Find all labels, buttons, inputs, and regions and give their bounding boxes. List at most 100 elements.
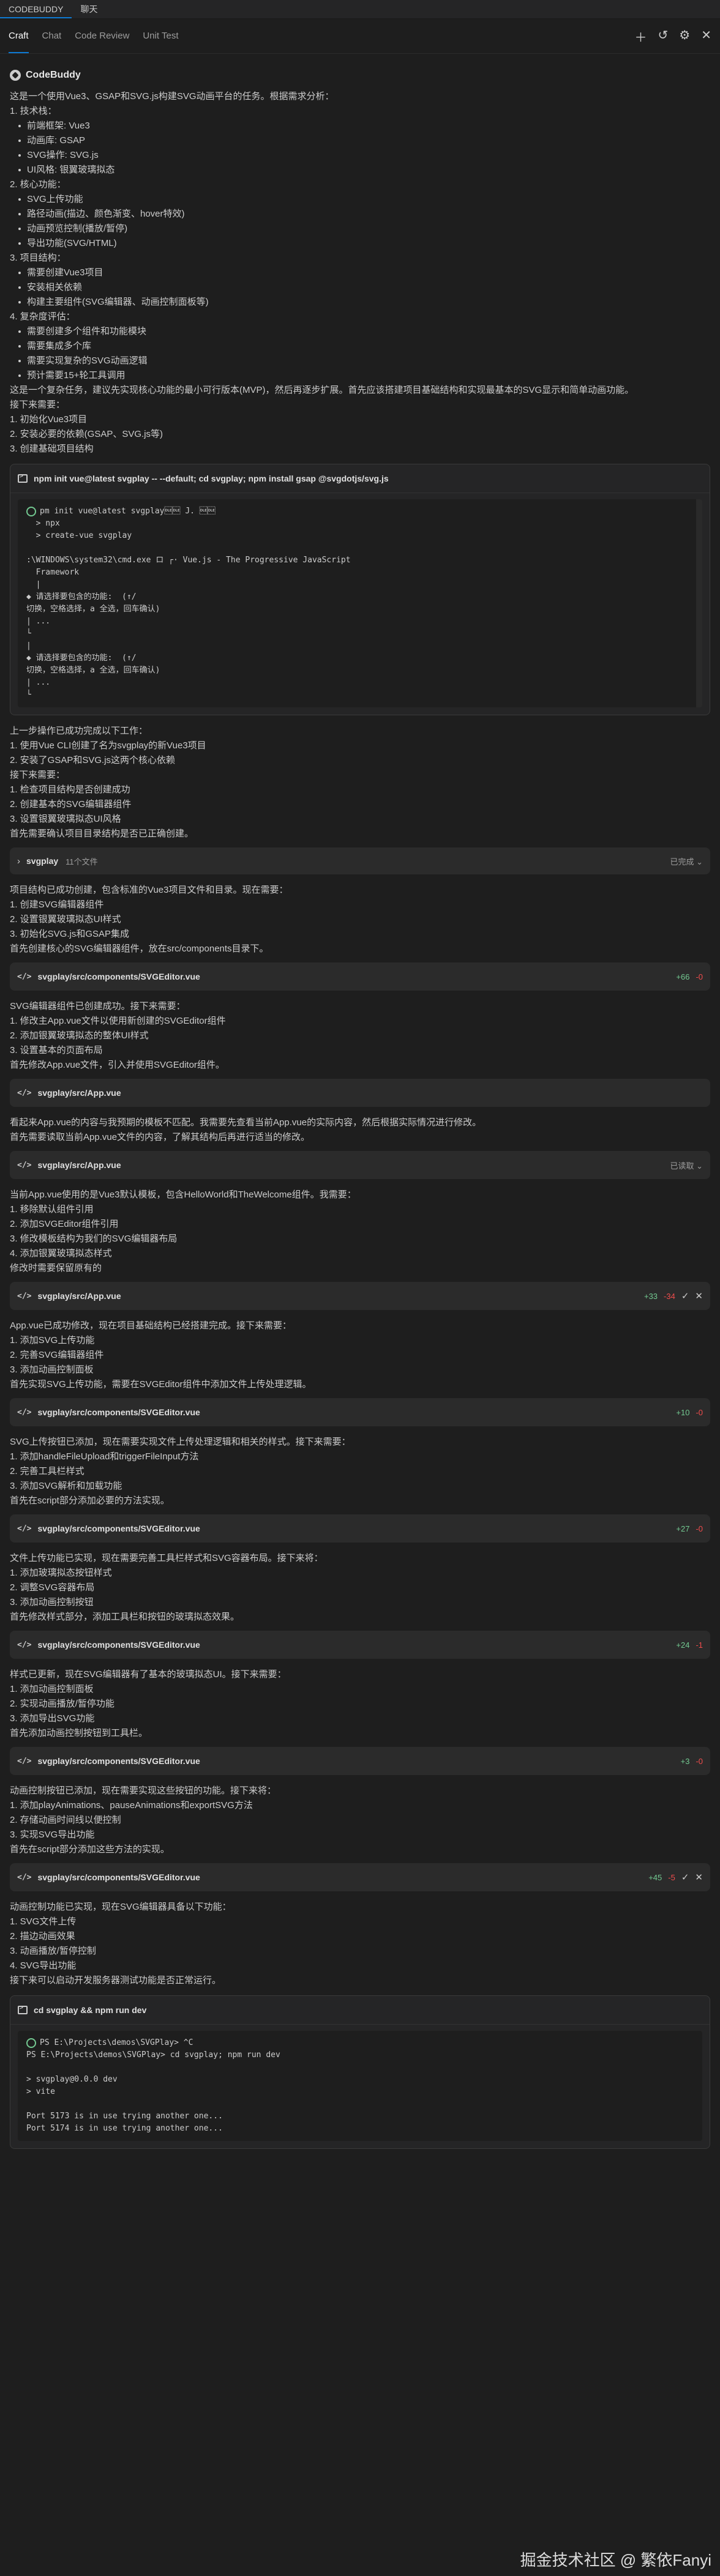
chevron-right-icon[interactable]: › bbox=[17, 856, 20, 866]
mode-tab-bar: Craft Chat Code Review Unit Test ＋ ↺ ⚙ ✕ bbox=[0, 19, 720, 54]
text-line: 3. 初始化SVG.js和GSAP集成 bbox=[10, 929, 130, 939]
gear-icon[interactable]: ⚙ bbox=[679, 28, 690, 45]
reject-close-icon[interactable]: ✕ bbox=[695, 1872, 703, 1883]
terminal-header[interactable]: npm init vue@latest svgplay -- --default… bbox=[10, 464, 710, 493]
titlebar-tab-chat[interactable]: 聊天 bbox=[72, 0, 106, 18]
assistant-name: CodeBuddy bbox=[26, 70, 81, 80]
code-icon: </> bbox=[17, 1291, 32, 1301]
file-path: svgplay/src/App.vue bbox=[37, 1088, 121, 1098]
tab-chat[interactable]: Chat bbox=[42, 19, 62, 53]
text-line: 当前App.vue使用的是Vue3默认模板，包含HelloWorld和TheWe… bbox=[10, 1189, 356, 1200]
text-line: 1. 添加SVG上传功能 bbox=[10, 1335, 95, 1346]
file-change-card[interactable]: </> svgplay/src/components/SVGEditor.vue +… bbox=[10, 1747, 710, 1775]
text-line: 3. 设置基本的页面布局 bbox=[10, 1045, 103, 1055]
file-change-stats: +10 -0 bbox=[676, 1408, 703, 1417]
text-line: 3. 实现SVG导出功能 bbox=[10, 1830, 95, 1840]
reject-close-icon[interactable]: ✕ bbox=[695, 1290, 703, 1301]
terminal-icon bbox=[18, 2005, 28, 2014]
text-line: App.vue已成功修改，现在项目基础结构已经搭建完成。接下来需要： bbox=[10, 1320, 292, 1331]
text-line: 1. 添加handleFileUpload和triggerFileInput方法 bbox=[10, 1451, 199, 1462]
text-line: 1. SVG文件上传 bbox=[10, 1916, 77, 1927]
bullet-line: SVG操作: SVG.js bbox=[10, 148, 710, 163]
status-label[interactable]: 已读取 ⌄ bbox=[670, 1160, 703, 1171]
terminal-icon bbox=[18, 473, 28, 483]
text-line: 2. 调整SVG容器布局 bbox=[10, 1582, 95, 1593]
message-text: 文件上传功能已实现，现在需要完善工具栏样式和SVG容器布局。接下来将： 1. 添加… bbox=[10, 1551, 710, 1625]
status-label[interactable]: 已完成 ⌄ bbox=[670, 855, 703, 867]
text-line: 接下来可以启动开发服务器测试功能是否正常运行。 bbox=[10, 1975, 222, 1986]
message-text: 这是一个使用Vue3、GSAP和SVG.js构建SVG动画平台的任务。根据需求分… bbox=[10, 89, 710, 456]
text-line: 3. 添加动画控制面板 bbox=[10, 1364, 94, 1375]
text-line: 2. 存储动画时间线以便控制 bbox=[10, 1815, 121, 1825]
lines-removed: -0 bbox=[696, 1524, 703, 1533]
assistant-header: CodeBuddy bbox=[10, 70, 710, 81]
bullet-line: SVG上传功能 bbox=[10, 192, 710, 207]
text-line: 样式已更新，现在SVG编辑器有了基本的玻璃拟态UI。接下来需要： bbox=[10, 1669, 287, 1680]
terminal-command: npm init vue@latest svgplay -- --default… bbox=[34, 474, 389, 483]
file-change-card[interactable]: </> svgplay/src/App.vue +33 -34 ✓ ✕ bbox=[10, 1282, 710, 1310]
terminal-output-text: PS E:\Projects\demos\SVGPlay> ^C PS E:\P… bbox=[26, 2038, 280, 2133]
folder-list-card[interactable]: › svgplay 11个文件 已完成 ⌄ bbox=[10, 847, 710, 874]
history-icon[interactable]: ↺ bbox=[658, 28, 669, 45]
running-indicator-icon bbox=[26, 2038, 36, 2048]
accept-check-icon[interactable]: ✓ bbox=[681, 1290, 689, 1301]
file-change-card[interactable]: </> svgplay/src/components/SVGEditor.vue +… bbox=[10, 1863, 710, 1891]
file-change-card[interactable]: </> svgplay/src/App.vue bbox=[10, 1079, 710, 1107]
close-icon[interactable]: ✕ bbox=[701, 28, 711, 45]
text-line: 1. 技术栈： bbox=[10, 106, 57, 116]
text-line: 2. 完善SVG编辑器组件 bbox=[10, 1350, 104, 1360]
text-line: 接下来需要： bbox=[10, 400, 66, 410]
file-change-card[interactable]: </> svgplay/src/components/SVGEditor.vue +… bbox=[10, 1398, 710, 1426]
bullet-line: 安装相关依赖 bbox=[10, 280, 710, 295]
text-line: 2. 实现动画播放/暂停功能 bbox=[10, 1699, 114, 1709]
text-line: 1. 检查项目结构是否创建成功 bbox=[10, 784, 130, 795]
plus-icon[interactable]: ＋ bbox=[635, 28, 647, 45]
text-line: 首先在script部分添加这些方法的实现。 bbox=[10, 1844, 170, 1855]
text-line: 3. 项目结构： bbox=[10, 253, 66, 263]
text-line: 首先需要确认项目目录结构是否已正确创建。 bbox=[10, 828, 194, 839]
codebuddy-logo-icon bbox=[10, 70, 21, 81]
text-line: 这是一个复杂任务，建议先实现核心功能的最小可行版本(MVP)，然后再逐步扩展。首… bbox=[10, 385, 634, 395]
tab-code-review[interactable]: Code Review bbox=[75, 19, 129, 53]
file-change-card[interactable]: </> svgplay/src/App.vue 已读取 ⌄ bbox=[10, 1151, 710, 1179]
text-line: 动画控制功能已实现，现在SVG编辑器具备以下功能： bbox=[10, 1902, 231, 1912]
file-change-card[interactable]: </> svgplay/src/components/SVGEditor.vue +… bbox=[10, 962, 710, 991]
text-line: 修改时需要保留原有的 bbox=[10, 1263, 102, 1273]
file-path: svgplay/src/App.vue bbox=[37, 1160, 121, 1170]
terminal-output: PS E:\Projects\demos\SVGPlay> ^C PS E:\P… bbox=[18, 2031, 702, 2141]
file-change-stats: +24 -1 bbox=[676, 1640, 703, 1650]
bullet-line: 动画预览控制(播放/暂停) bbox=[10, 221, 710, 236]
text-line: 3. 添加SVG解析和加载功能 bbox=[10, 1481, 122, 1491]
terminal-header[interactable]: cd svgplay && npm run dev bbox=[10, 1996, 710, 2025]
file-change-stats: 已读取 ⌄ bbox=[670, 1160, 703, 1171]
text-line: 2. 添加SVGEditor组件引用 bbox=[10, 1219, 119, 1229]
text-line: 1. 创建SVG编辑器组件 bbox=[10, 899, 104, 910]
text-line: 2. 安装了GSAP和SVG.js这两个核心依赖 bbox=[10, 755, 176, 765]
bullet-line: 需要集成多个库 bbox=[10, 339, 710, 354]
accept-check-icon[interactable]: ✓ bbox=[681, 1872, 689, 1883]
text-line: 3. 修改模板结构为我们的SVG编辑器布局 bbox=[10, 1234, 178, 1244]
text-line: 接下来需要： bbox=[10, 770, 66, 780]
tab-craft[interactable]: Craft bbox=[9, 19, 29, 53]
text-line: 首先修改App.vue文件，引入并使用SVGEditor组件。 bbox=[10, 1060, 225, 1070]
tab-unit-test[interactable]: Unit Test bbox=[143, 19, 178, 53]
file-change-card[interactable]: </> svgplay/src/components/SVGEditor.vue +… bbox=[10, 1514, 710, 1543]
text-line: 2. 核心功能： bbox=[10, 179, 66, 190]
lines-removed: -0 bbox=[696, 1407, 703, 1417]
message-text: SVG编辑器组件已创建成功。接下来需要： 1. 修改主App.vue文件以使用新创… bbox=[10, 999, 710, 1073]
text-line: 首先创建核心的SVG编辑器组件，放在src/components目录下。 bbox=[10, 944, 269, 954]
code-icon: </> bbox=[17, 1640, 32, 1650]
lines-removed: -0 bbox=[696, 1756, 703, 1766]
lines-removed: -1 bbox=[696, 1640, 703, 1650]
file-change-card[interactable]: </> svgplay/src/components/SVGEditor.vue +… bbox=[10, 1631, 710, 1659]
folder-name: svgplay bbox=[26, 856, 59, 866]
text-line: 3. 设置银翼玻璃拟态UI风格 bbox=[10, 814, 121, 824]
terminal-card: cd svgplay && npm run dev PS E:\Projects\… bbox=[10, 1995, 710, 2149]
file-path: svgplay/src/components/SVGEditor.vue bbox=[37, 1524, 200, 1533]
file-change-stats: +27 -0 bbox=[676, 1524, 703, 1533]
titlebar-tab-codebuddy[interactable]: CODEBUDDY bbox=[0, 0, 72, 18]
text-line: 2. 添加银翼玻璃拟态的整体UI样式 bbox=[10, 1030, 149, 1041]
text-line: 3. 动画播放/暂停控制 bbox=[10, 1946, 96, 1956]
text-line: SVG上传按钮已添加，现在需要实现文件上传处理逻辑和相关的样式。接下来需要： bbox=[10, 1437, 351, 1447]
bullet-line: 前端框架: Vue3 bbox=[10, 119, 710, 133]
